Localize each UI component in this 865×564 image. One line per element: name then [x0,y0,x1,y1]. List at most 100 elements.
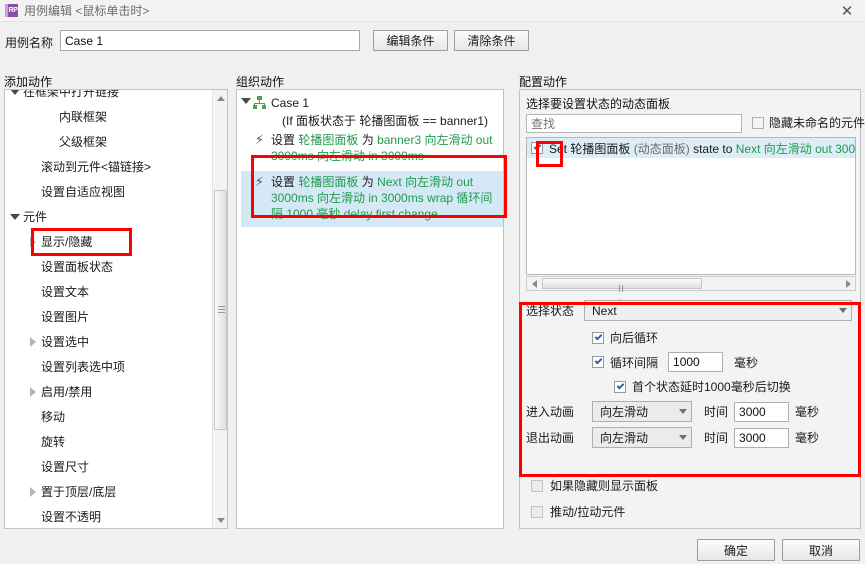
widget-list[interactable]: Set 轮播图面板 (动态面板) state to Next 向左滑动 out … [526,137,856,275]
checkbox-box[interactable] [614,380,626,393]
widget-type: (动态面板) [633,141,690,156]
tree-item[interactable]: 设置选中 [5,329,212,354]
expander-placeholder [27,261,39,273]
tree-item-label: 设置选中 [41,334,90,349]
enter-time-label: 时间 [704,405,729,419]
close-icon[interactable]: ✕ [833,1,861,21]
select-state-dropdown[interactable]: Next [584,300,852,321]
tree-item[interactable]: 元件 [5,204,212,229]
checkbox-box[interactable] [752,116,764,129]
edit-condition-button[interactable]: 编辑条件 [373,30,448,51]
tree-item[interactable]: 父级框架 [5,129,212,154]
expander-placeholder [45,111,57,123]
grip-icon [218,306,225,314]
tree-item-label: 启用/禁用 [41,384,93,399]
case-condition-line: (If 面板状态于 轮播图面板 == banner1) [282,114,489,128]
clear-condition-button[interactable]: 清除条件 [454,30,529,51]
checkbox-box[interactable] [592,356,604,368]
action-target: 轮播图面板 [298,133,359,147]
tree-item[interactable]: 设置图片 [5,304,212,329]
scroll-down-icon[interactable] [213,512,228,528]
widget-list-hscrollbar[interactable] [526,276,856,306]
loop-interval-row[interactable]: 循环间隔 毫秒 [592,352,856,372]
tree-item[interactable]: 置于顶层/底层 [5,479,212,504]
tree-item[interactable]: 设置尺寸 [5,454,212,479]
expander-placeholder [27,511,39,523]
exit-time-unit: 毫秒 [795,431,820,445]
first-state-delay-label: 首个状态延时1000毫秒后切换 [632,380,791,394]
tree-item[interactable]: 设置文本 [5,279,212,304]
cancel-button[interactable]: 取消 [782,539,860,561]
tree-item[interactable]: 内联框架 [5,104,212,129]
tree-item[interactable]: 设置不透明 [5,504,212,528]
loop-interval-label: 循环间隔 [610,355,659,370]
find-input[interactable] [526,114,742,133]
add-action-panel: 在框架中打开链接 内联框架 父级框架 滚动到元件<锚链接> 设置自适应视图 元件 显示/隐藏… [4,89,228,529]
loop-interval-input[interactable] [668,352,724,372]
tree-item-label: 设置不透明 [41,509,102,524]
case-expander-icon[interactable] [241,95,253,104]
tree-item-label: 旋转 [41,434,66,449]
tree-item[interactable]: 滚动到元件<锚链接> [5,154,212,179]
push-pull-checkbox[interactable]: 推动/拉动元件 [531,503,625,520]
scroll-left-icon[interactable] [527,279,541,288]
expander-closed-icon[interactable] [27,386,39,398]
tree-item-label: 设置图片 [41,309,90,324]
widget-checkbox[interactable] [531,142,543,154]
enter-time-input[interactable] [734,401,790,422]
push-pull-label: 推动/拉动元件 [550,505,626,519]
select-state-label: 选择状态 [526,304,575,318]
expander-placeholder [45,136,57,148]
expander-closed-icon[interactable] [27,336,39,348]
ok-button[interactable]: 确定 [697,539,775,561]
lightning-icon: ⚡ [254,131,265,147]
tree-item[interactable]: 移动 [5,404,212,429]
exit-time-input[interactable] [734,427,790,448]
tree-item[interactable]: 设置列表选中项 [5,354,212,379]
enter-animation-row: 进入动画 向左滑动 时间 毫秒 [526,401,856,422]
loop-backward-checkbox[interactable]: 向后循环 [592,329,856,346]
tree-item[interactable]: 设置自适应视图 [5,179,212,204]
exit-anim-dropdown[interactable]: 向左滑动 [592,427,692,448]
action-mid: 为 [361,175,374,189]
hscroll-thumb[interactable] [542,278,702,306]
chevron-down-icon [679,409,687,414]
organize-action-tree[interactable]: Case 1 (If 面板状态于 轮播图面板 == banner1) ⚡ 设置 … [237,90,503,528]
tree-item[interactable]: 在框架中打开链接 [5,90,212,104]
expander-closed-icon[interactable] [27,486,39,498]
scroll-thumb[interactable] [214,190,227,430]
checkbox-box[interactable] [531,505,543,518]
title-bar: RP 用例编辑 <鼠标单击时> ✕ [0,0,865,22]
tree-item[interactable]: 启用/禁用 [5,379,212,404]
tree-item-label: 设置尺寸 [41,459,90,474]
tree-item[interactable]: 显示/隐藏 [5,229,212,254]
organize-action-row[interactable]: ⚡ 设置 轮播图面板 为 Next 向左滑动 out 3000ms 向左滑动 i… [241,171,503,227]
scroll-up-icon[interactable] [213,90,228,106]
show-if-hidden-checkbox[interactable]: 如果隐藏则显示面板 [531,477,658,494]
tree-item[interactable]: 设置面板状态 [5,254,212,279]
checkbox-box[interactable] [531,479,543,492]
case-name-input[interactable] [60,30,360,51]
case-label: Case 1 [271,96,310,110]
first-state-delay-checkbox[interactable]: 首个状态延时1000毫秒后切换 [614,378,856,395]
expander-open-icon[interactable] [9,90,21,98]
widget-mid: state to [693,141,733,156]
case-name-row: 用例名称 编辑条件 清除条件 [0,30,865,54]
enter-anim-dropdown[interactable]: 向左滑动 [592,401,692,422]
checkbox-box[interactable] [592,331,604,344]
expander-open-icon[interactable] [9,211,21,223]
action-text: 设置 轮播图面板 为 banner3 向左滑动 out 3000ms 向左滑动 … [271,132,499,164]
add-action-scrollbar[interactable] [212,90,227,528]
add-action-tree[interactable]: 在框架中打开链接 内联框架 父级框架 滚动到元件<锚链接> 设置自适应视图 元件 显示/隐藏… [5,90,212,528]
hide-unnamed-checkbox[interactable]: 隐藏未命名的元件 [752,114,865,131]
organize-action-row[interactable]: ⚡ 设置 轮播图面板 为 banner3 向左滑动 out 3000ms 向左滑… [241,131,503,165]
widget-list-item[interactable]: Set 轮播图面板 (动态面板) state to Next 向左滑动 out … [527,138,855,158]
expander-placeholder [27,361,39,373]
state-settings-form: 选择状态 Next 向后循环 循环间隔 毫秒 [526,300,856,453]
scroll-right-icon[interactable] [841,279,855,288]
organize-case-row[interactable]: Case 1 [241,94,503,112]
hide-unnamed-label: 隐藏未命名的元件 [769,116,865,130]
expander-closed-icon[interactable] [27,236,39,248]
configure-section-title: 选择要设置状态的动态面板 [526,97,671,111]
tree-item[interactable]: 旋转 [5,429,212,454]
